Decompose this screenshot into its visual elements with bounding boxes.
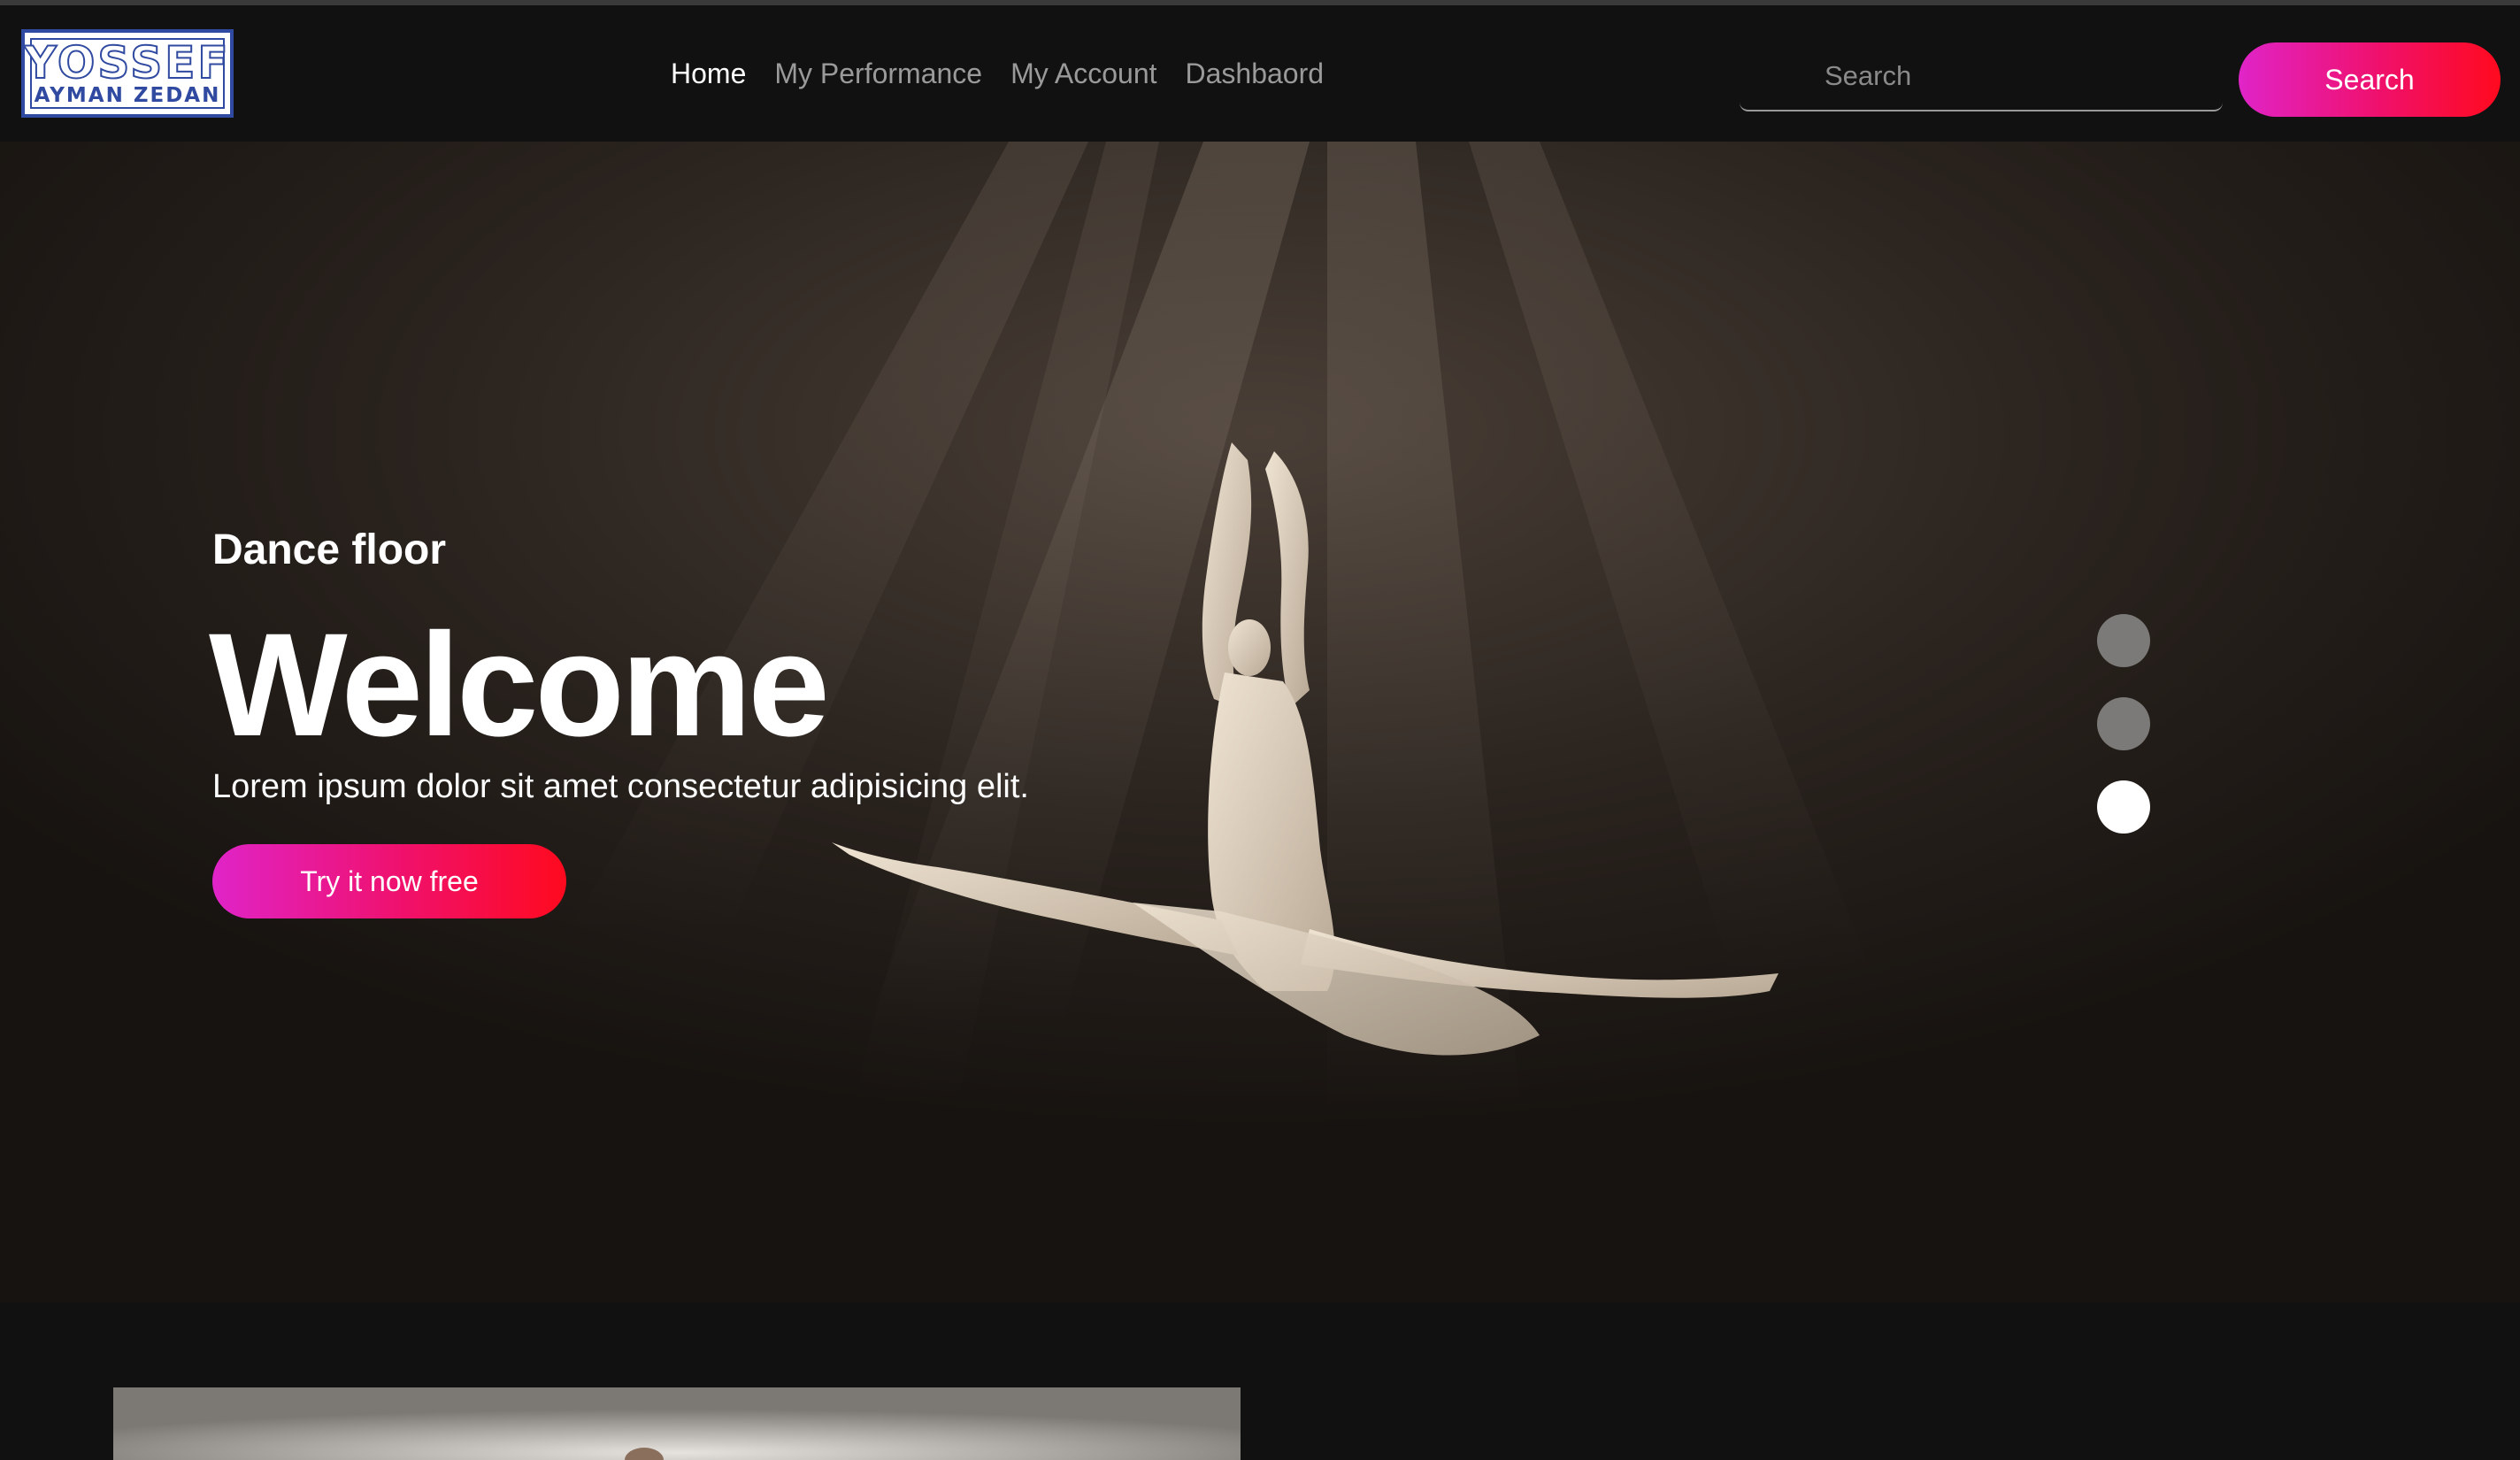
hero-banner: Dance floor Welcome Lorem ipsum dolor si… xyxy=(0,142,2520,1302)
try-free-button[interactable]: Try it now free xyxy=(212,844,566,918)
hero-description: Lorem ipsum dolor sit amet consectetur a… xyxy=(212,768,1029,805)
carousel-dot-3[interactable] xyxy=(2097,780,2150,834)
card-image-graphic xyxy=(113,1387,1241,1460)
performance-card-image[interactable] xyxy=(113,1387,1241,1460)
logo-text-primary: YOSSEF xyxy=(23,37,231,88)
hero-title: Welcome xyxy=(209,603,830,767)
nav-link-dashboard[interactable]: Dashbaord xyxy=(1186,58,1325,90)
navbar: YOSSEF AYMAN ZEDAN Home My Performance M… xyxy=(0,5,2520,142)
carousel-dot-1[interactable] xyxy=(2097,614,2150,667)
search-input[interactable] xyxy=(1740,42,2223,111)
search-button[interactable]: Search xyxy=(2239,42,2501,117)
nav-link-my-performance[interactable]: My Performance xyxy=(774,58,982,90)
carousel-dot-2[interactable] xyxy=(2097,697,2150,750)
logo-text-secondary: AYMAN ZEDAN xyxy=(34,84,221,107)
carousel-indicators xyxy=(2097,614,2150,864)
main-nav: Home My Performance My Account Dashbaord xyxy=(671,5,1324,142)
nav-link-my-account[interactable]: My Account xyxy=(1010,58,1156,90)
hero-subtitle: Dance floor xyxy=(212,526,447,573)
site-logo[interactable]: YOSSEF AYMAN ZEDAN xyxy=(21,29,234,118)
nav-link-home[interactable]: Home xyxy=(671,58,746,90)
content-section xyxy=(0,1302,2520,1460)
